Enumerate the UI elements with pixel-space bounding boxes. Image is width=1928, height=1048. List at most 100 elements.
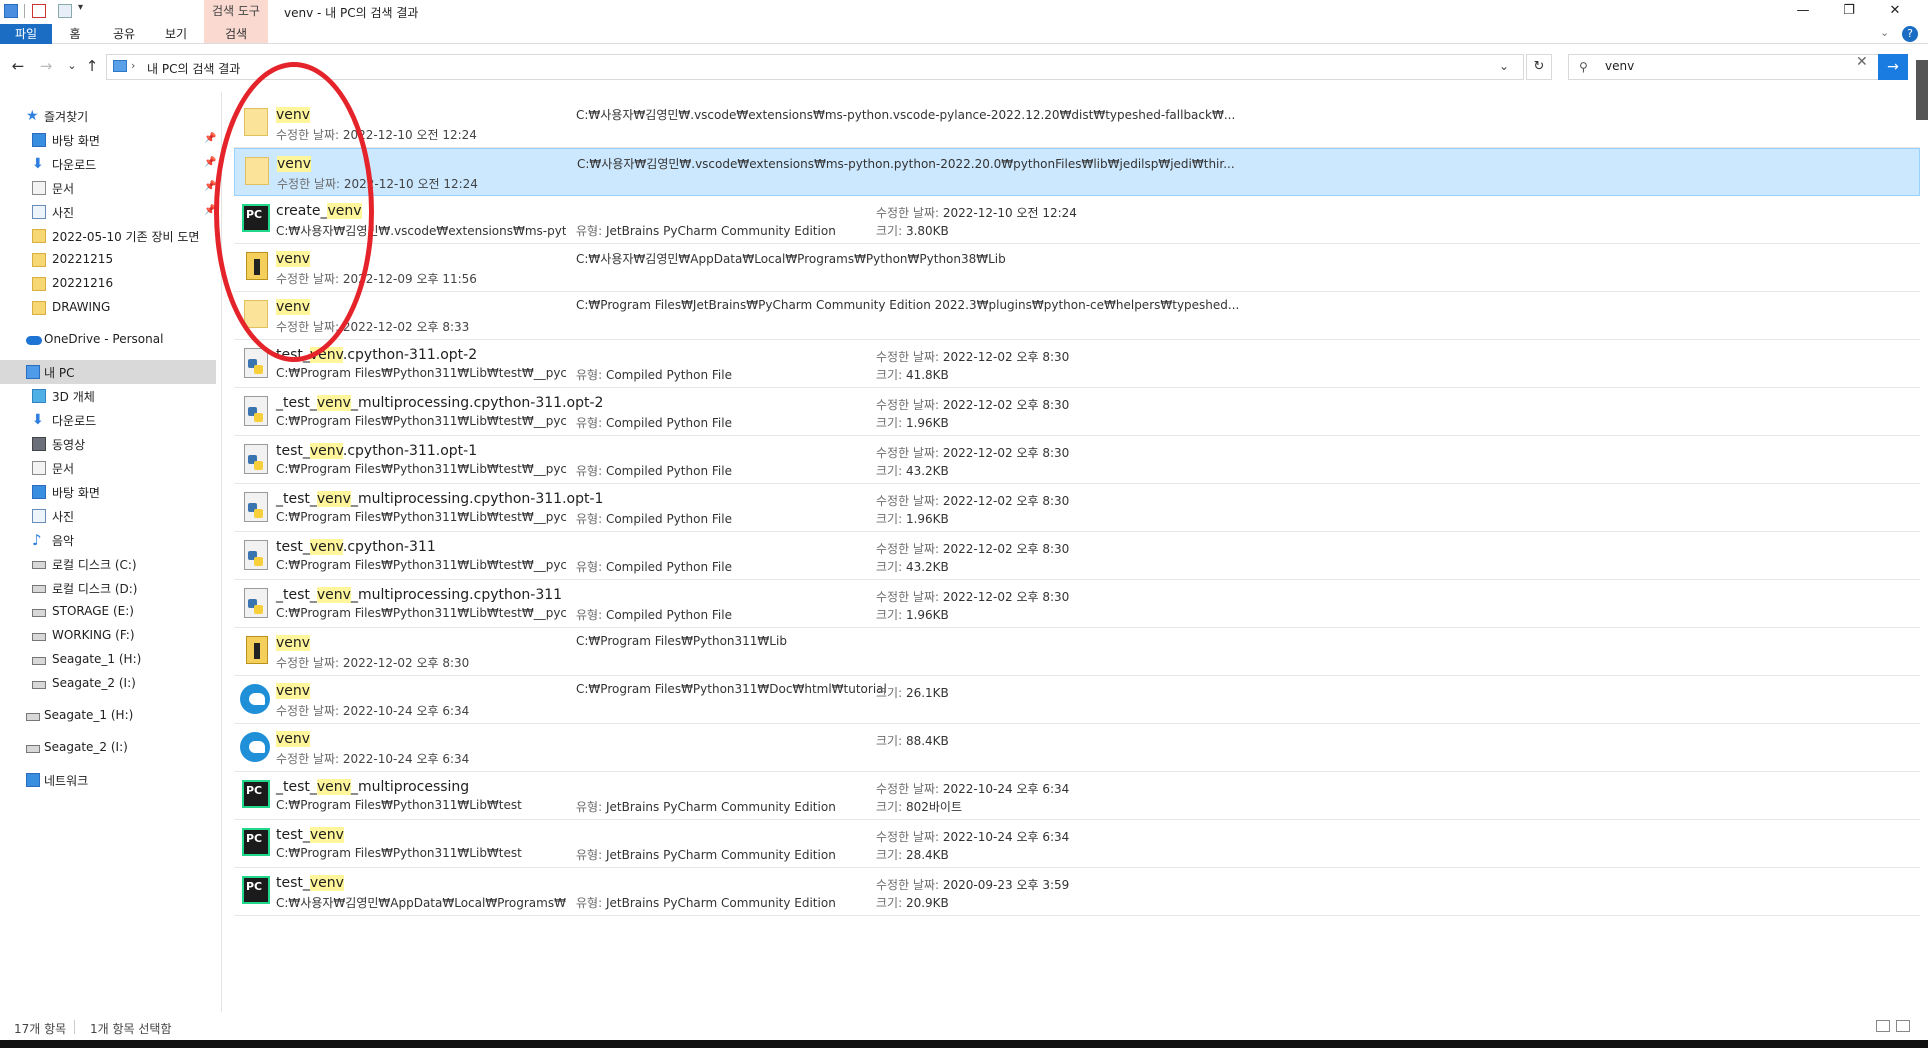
desktop-icon bbox=[32, 133, 46, 147]
result-path: C:₩Program Files₩Python311₩Doc₩html₩tuto… bbox=[576, 682, 887, 696]
size-label: 크기: bbox=[876, 734, 903, 748]
breadcrumb[interactable]: 내 PC의 검색 결과 bbox=[147, 60, 240, 77]
sidebar-item-external-i[interactable]: Seagate_2 (I:) bbox=[0, 736, 216, 760]
sidebar-item-drive-c[interactable]: 로컬 디스크 (C:) bbox=[0, 552, 216, 576]
type-value: JetBrains PyCharm Community Edition bbox=[605, 224, 836, 238]
result-row[interactable]: venv 수정한 날짜: 2022-12-02 오후 8:33 C:₩Program… bbox=[234, 292, 1920, 340]
pin-icon[interactable]: 📌 bbox=[204, 157, 216, 168]
music-icon: ♪ bbox=[32, 531, 42, 549]
sidebar-item-3d-objects[interactable]: 3D 개체 bbox=[0, 384, 216, 408]
sidebar-item-quick-access[interactable]: ★ 즐겨찾기 bbox=[0, 104, 216, 128]
help-button[interactable]: ? bbox=[1902, 26, 1918, 42]
sidebar-item-drive-i[interactable]: Seagate_2 (I:) bbox=[0, 672, 216, 696]
sidebar-item-drive-f[interactable]: WORKING (F:) bbox=[0, 624, 216, 648]
close-button[interactable]: ✕ bbox=[1872, 0, 1918, 22]
details-view-icon[interactable] bbox=[1876, 1020, 1890, 1032]
tab-home[interactable]: 홈 bbox=[60, 24, 90, 44]
large-icons-view-icon[interactable] bbox=[1896, 1020, 1910, 1032]
result-row[interactable]: venv 수정한 날짜: 2022-12-10 오전 12:24 C:₩사용자₩김영… bbox=[234, 148, 1920, 196]
pin-icon[interactable]: 📌 bbox=[204, 133, 216, 144]
forward-button[interactable]: → bbox=[36, 56, 56, 76]
result-row[interactable]: _test_venv_multiprocessing.cpython-311 C:… bbox=[234, 580, 1920, 628]
refresh-button[interactable]: ↻ bbox=[1526, 54, 1552, 80]
sidebar-item-20221215[interactable]: 20221215 bbox=[0, 248, 216, 272]
sidebar-item-music[interactable]: ♪ 음악 bbox=[0, 528, 216, 552]
sidebar-item-documents[interactable]: 문서 📌 bbox=[0, 176, 216, 200]
result-row[interactable]: venv 수정한 날짜: 2022-12-10 오전 12:24 C:₩사용자₩김영… bbox=[234, 100, 1920, 148]
restore-button[interactable]: ❐ bbox=[1826, 0, 1872, 22]
compiled-python-file-icon bbox=[244, 444, 268, 474]
search-input[interactable] bbox=[1605, 59, 1865, 73]
sidebar-item-this-pc[interactable]: 내 PC bbox=[0, 360, 216, 384]
name-prefix: _test_ bbox=[276, 491, 317, 507]
sidebar-item-drawing[interactable]: DRAWING bbox=[0, 296, 216, 320]
selection-count: 1개 항목 선택함 bbox=[90, 1022, 172, 1036]
type-label: 유형: bbox=[576, 368, 603, 382]
quick-access-toolbar-dropdown-icon[interactable]: ▾ bbox=[78, 2, 83, 13]
result-row[interactable]: _test_venv_multiprocessing.cpython-311.o… bbox=[234, 388, 1920, 436]
result-name: test_venv bbox=[276, 875, 344, 891]
name-prefix: test_ bbox=[276, 875, 310, 891]
result-modified: 수정한 날짜: 2022-10-24 오후 6:34 bbox=[276, 750, 469, 767]
result-row[interactable]: venv 수정한 날짜: 2022-10-24 오후 6:34 크기: 88.4KB bbox=[234, 724, 1920, 772]
search-go-button[interactable]: → bbox=[1878, 54, 1908, 80]
sidebar-item-videos[interactable]: 동영상 bbox=[0, 432, 216, 456]
sidebar-item-20221216[interactable]: 20221216 bbox=[0, 272, 216, 296]
sidebar-item-desktop[interactable]: 바탕 화면 📌 bbox=[0, 128, 216, 152]
result-row[interactable]: venv 수정한 날짜: 2022-10-24 오후 6:34 C:₩Program… bbox=[234, 676, 1920, 724]
address-dropdown-icon[interactable]: ⌄ bbox=[1499, 59, 1509, 73]
properties-icon[interactable] bbox=[32, 4, 46, 18]
sidebar-item-drive-d[interactable]: 로컬 디스크 (D:) bbox=[0, 576, 216, 600]
sidebar-item-drawings-folder[interactable]: 2022-05-10 기존 장비 도면 bbox=[0, 224, 216, 248]
result-modified: 수정한 날짜: 2022-12-02 오후 8:30 bbox=[876, 348, 1069, 365]
new-folder-icon[interactable] bbox=[58, 4, 72, 18]
sidebar-item-label: 20221215 bbox=[52, 252, 114, 266]
result-row[interactable]: test_venv C:₩사용자₩김영민₩AppData₩Local₩Progra… bbox=[234, 868, 1920, 916]
sidebar-item-pc-desktop[interactable]: 바탕 화면 bbox=[0, 480, 216, 504]
minimize-button[interactable]: — bbox=[1780, 0, 1826, 22]
result-row[interactable]: venv 수정한 날짜: 2022-12-02 오후 8:30 C:₩Program… bbox=[234, 628, 1920, 676]
sidebar-item-pc-documents[interactable]: 문서 bbox=[0, 456, 216, 480]
sidebar-item-label: 문서 bbox=[52, 182, 75, 196]
modified-value: 2022-10-24 오후 6:34 bbox=[942, 830, 1070, 844]
sidebar-item-drive-h[interactable]: Seagate_1 (H:) bbox=[0, 648, 216, 672]
result-modified: 수정한 날짜: 2022-10-24 오후 6:34 bbox=[876, 828, 1069, 845]
back-button[interactable]: ← bbox=[8, 56, 28, 76]
result-row[interactable]: test_venv C:₩Program Files₩Python311₩Lib₩… bbox=[234, 820, 1920, 868]
sidebar-item-downloads[interactable]: ⬇ 다운로드 📌 bbox=[0, 152, 216, 176]
tab-view[interactable]: 보기 bbox=[158, 24, 194, 44]
recent-locations-button[interactable]: ⌄ bbox=[62, 56, 82, 76]
result-row[interactable]: test_venv.cpython-311 C:₩Program Files₩Py… bbox=[234, 532, 1920, 580]
divider bbox=[24, 4, 25, 18]
search-match-highlight: venv bbox=[309, 875, 344, 891]
search-match-highlight: venv bbox=[316, 587, 351, 603]
modified-value: 2022-12-02 오후 8:30 bbox=[342, 656, 470, 670]
tab-search[interactable]: 검색 bbox=[204, 24, 268, 44]
sidebar-item-label: 3D 개체 bbox=[52, 390, 95, 404]
result-row[interactable]: _test_venv_multiprocessing.cpython-311.o… bbox=[234, 484, 1920, 532]
sidebar-item-pictures[interactable]: 사진 📌 bbox=[0, 200, 216, 224]
network-icon bbox=[26, 773, 40, 787]
breadcrumb-chevron-icon[interactable]: › bbox=[131, 59, 135, 72]
result-row[interactable]: _test_venv_multiprocessing C:₩Program Fil… bbox=[234, 772, 1920, 820]
expand-ribbon-icon[interactable]: ⌄ bbox=[1880, 26, 1889, 39]
size-value: 41.8KB bbox=[905, 368, 949, 382]
sidebar-item-pc-pictures[interactable]: 사진 bbox=[0, 504, 216, 528]
search-box[interactable]: ⚲ bbox=[1568, 54, 1904, 80]
result-row[interactable]: test_venv.cpython-311.opt-2 C:₩Program Fi… bbox=[234, 340, 1920, 388]
sidebar-item-onedrive[interactable]: OneDrive - Personal bbox=[0, 328, 216, 352]
sidebar-item-pc-downloads[interactable]: ⬇ 다운로드 bbox=[0, 408, 216, 432]
sidebar-item-drive-e[interactable]: STORAGE (E:) bbox=[0, 600, 216, 624]
clear-search-button[interactable]: ✕ bbox=[1856, 54, 1868, 70]
tab-file[interactable]: 파일 bbox=[0, 24, 52, 44]
sidebar-item-network[interactable]: 네트워크 bbox=[0, 768, 216, 792]
sidebar-item-external-h[interactable]: Seagate_1 (H:) bbox=[0, 704, 216, 728]
result-row[interactable]: test_venv.cpython-311.opt-1 C:₩Program Fi… bbox=[234, 436, 1920, 484]
modified-label: 수정한 날짜: bbox=[876, 878, 940, 892]
result-row[interactable]: venv 수정한 날짜: 2022-12-09 오후 11:56 C:₩사용자₩김영… bbox=[234, 244, 1920, 292]
up-button[interactable]: ↑ bbox=[82, 56, 102, 76]
compiled-python-file-icon bbox=[244, 540, 268, 570]
compiled-python-file-icon bbox=[244, 348, 268, 378]
result-row[interactable]: create_venvC:₩사용자₩김영민₩.vscode₩extensions… bbox=[234, 196, 1920, 244]
tab-share[interactable]: 공유 bbox=[104, 24, 144, 44]
